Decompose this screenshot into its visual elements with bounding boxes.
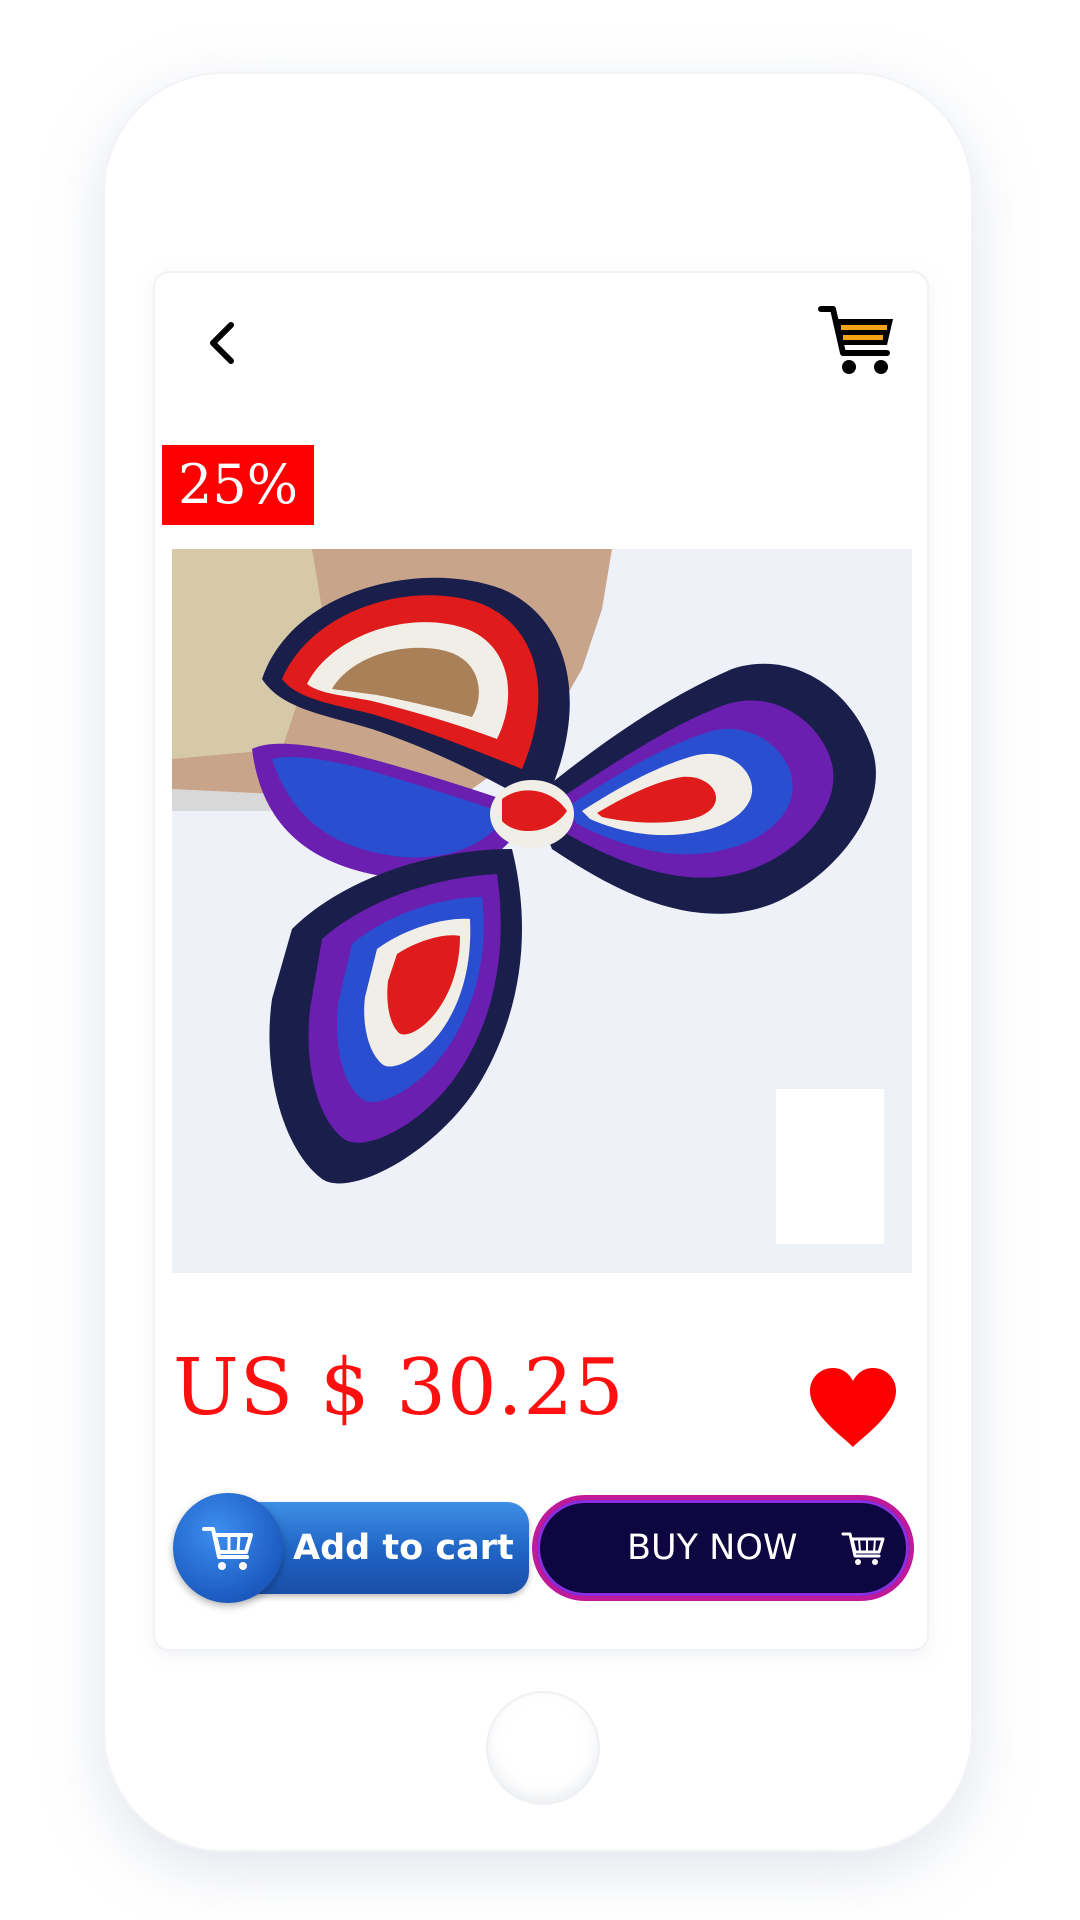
add-to-cart-label: Add to cart xyxy=(293,1528,514,1568)
heart-icon xyxy=(810,1368,896,1447)
home-button[interactable] xyxy=(488,1693,598,1803)
silk-scarf-image xyxy=(172,549,912,1273)
product-image[interactable] xyxy=(172,549,912,1273)
favorite-button[interactable] xyxy=(806,1365,900,1449)
buy-now-button[interactable]: BUY NOW xyxy=(532,1495,914,1601)
discount-badge: 25% xyxy=(162,445,314,525)
product-price: US $ 30.25 xyxy=(173,1343,625,1433)
cart-icon xyxy=(841,1532,885,1565)
cart-button[interactable] xyxy=(817,301,899,381)
chevron-left-icon xyxy=(210,322,234,364)
add-to-cart-button[interactable]: Add to cart xyxy=(173,1493,533,1603)
product-screen: 25% US $ 30.25 Add to cart BUY NOW xyxy=(155,273,927,1649)
back-button[interactable] xyxy=(193,313,253,373)
shopping-cart-icon xyxy=(818,306,893,374)
buy-now-label: BUY NOW xyxy=(627,1528,798,1568)
cart-icon xyxy=(202,1527,253,1570)
add-to-cart-icon-circle xyxy=(173,1493,283,1603)
